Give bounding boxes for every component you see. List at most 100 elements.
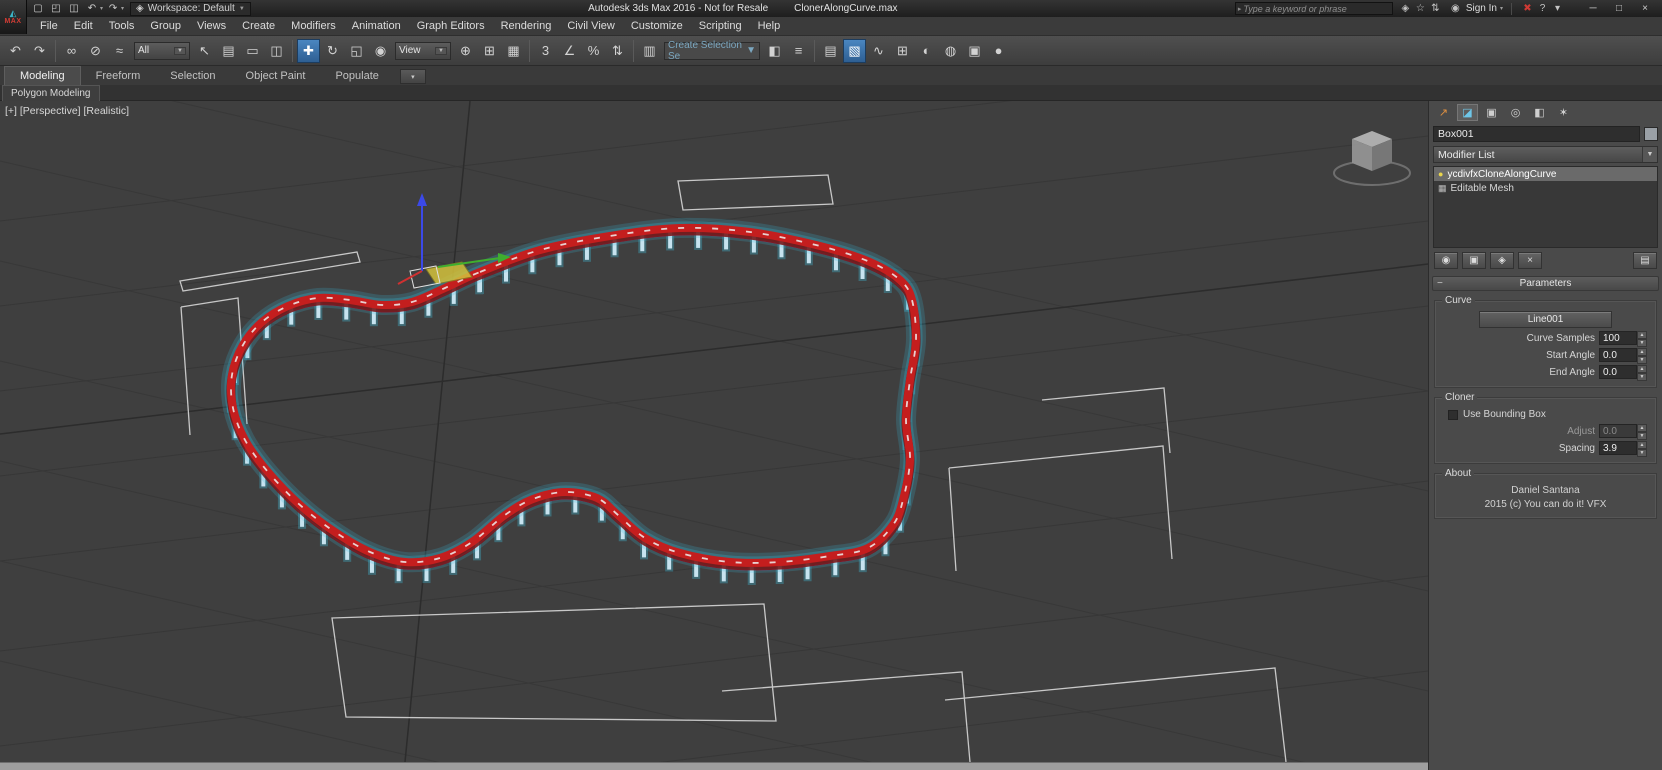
favorites-icon[interactable]: ⇅ [1428,2,1443,16]
spinner[interactable]: ▲ ▼ [1637,365,1647,381]
spinner[interactable]: ▲ ▼ [1637,348,1647,364]
menu-file[interactable]: File [32,17,66,36]
select-and-rotate-button[interactable]: ↻ [321,39,344,63]
menu-group[interactable]: Group [142,17,189,36]
viewport-scene[interactable] [0,101,1428,762]
open-file-icon[interactable]: ◰ [48,2,64,16]
application-menu-button[interactable]: ◭ MAX [0,0,27,34]
undo-button[interactable]: ↶ [4,39,27,63]
ribbon-tab-object-paint[interactable]: Object Paint [231,67,321,85]
help-dropdown-icon[interactable]: ▾ [1550,2,1565,16]
use-bounding-box-checkbox[interactable] [1448,409,1458,420]
start-angle-field[interactable]: 0.0 [1599,348,1637,362]
modifier-stack-item[interactable]: ● ycdivfxCloneAlongCurve [1434,167,1657,181]
rectangular-selection-button[interactable]: ▭ [241,39,264,63]
render-setup-button[interactable]: ◍ [939,39,962,63]
select-and-place-button[interactable]: ◉ [369,39,392,63]
object-color-swatch[interactable] [1644,127,1658,141]
polygon-modeling-tab[interactable]: Polygon Modeling [2,84,100,101]
schematic-view-button[interactable]: ⊞ [891,39,914,63]
edit-named-selection-sets-button[interactable]: ▥ [638,39,661,63]
percent-snap-button[interactable]: % [582,39,605,63]
workspace-dropdown[interactable]: ◈ Workspace: Default ▼ [130,1,251,16]
use-pivot-point-button[interactable]: ⊕ [454,39,477,63]
material-editor-button[interactable]: ◐ [915,39,938,63]
menu-tools[interactable]: Tools [101,17,143,36]
close-button[interactable]: × [1632,1,1658,16]
save-file-icon[interactable]: ◫ [66,2,82,16]
end-angle-field[interactable]: 0.0 [1599,365,1637,379]
manage-layers-button[interactable]: ▤ [819,39,842,63]
redo-button[interactable]: ↷ [28,39,51,63]
configure-modifier-sets-button[interactable]: ▤ [1633,252,1657,269]
exchange-apps-icon[interactable]: ✖ [1520,2,1535,16]
menu-create[interactable]: Create [234,17,283,36]
make-unique-button[interactable]: ◈ [1490,252,1514,269]
menu-customize[interactable]: Customize [623,17,691,36]
object-name-field[interactable] [1433,126,1640,142]
mirror-button[interactable]: ◧ [763,39,786,63]
selection-filter-dropdown[interactable]: All ▼ [134,41,190,60]
menu-graph-editors[interactable]: Graph Editors [409,17,493,36]
motion-tab[interactable]: ◎ [1505,104,1526,121]
viewport-label[interactable]: [+] [Perspective] [Realistic] [5,105,129,117]
snap-toggle-3d-button[interactable]: 3 [534,39,557,63]
new-scene-icon[interactable]: ▢ [30,2,46,16]
create-tab[interactable]: ↗ [1433,104,1454,121]
maximize-button[interactable]: □ [1606,1,1632,16]
select-object-button[interactable]: ↖ [193,39,216,63]
timeline-strip[interactable] [0,762,1428,770]
pin-stack-button[interactable]: ◉ [1434,252,1458,269]
utilities-tab[interactable]: ✶ [1553,104,1574,121]
search-arrow-icon[interactable]: ▸ [1236,5,1244,13]
modifier-icon[interactable]: ● [1438,169,1443,179]
curve-pick-button[interactable]: Line001 [1478,311,1613,328]
show-end-result-button[interactable]: ▣ [1462,252,1486,269]
select-and-move-button[interactable]: ✚ [297,38,320,63]
rendered-frame-window-button[interactable]: ▣ [963,39,986,63]
spacing-field[interactable]: 3.9 [1599,441,1637,455]
menu-animation[interactable]: Animation [344,17,409,36]
minimize-button[interactable]: ─ [1580,1,1606,16]
bind-to-space-warp-button[interactable]: ≈ [108,39,131,63]
ribbon-more-button[interactable]: ▾ [399,69,426,84]
chevron-down-icon[interactable]: ▾ [100,5,103,12]
parameters-rollout-header[interactable]: − Parameters [1432,276,1659,291]
reference-coordinate-dropdown[interactable]: View ▼ [395,41,451,60]
select-by-name-button[interactable]: ▤ [217,39,240,63]
angle-snap-button[interactable]: ∠ [558,39,581,63]
cloned-track-objects[interactable] [220,217,927,585]
spinner-snap-button[interactable]: ⇅ [606,39,629,63]
hierarchy-tab[interactable]: ▣ [1481,104,1502,121]
undo-icon[interactable]: ↶ [84,2,100,16]
remove-modifier-button[interactable]: × [1518,252,1542,269]
menu-views[interactable]: Views [189,17,234,36]
redo-icon[interactable]: ↷ [105,2,121,16]
curve-samples-field[interactable]: 100 [1599,331,1637,345]
ribbon-tab-populate[interactable]: Populate [320,67,393,85]
chevron-down-icon[interactable]: ▼ [746,45,756,56]
toggle-ribbon-button[interactable]: ▧ [843,38,866,63]
search-sites-icon[interactable]: ◈ [1398,2,1413,16]
modifier-stack-item[interactable]: ▦ Editable Mesh [1434,181,1657,195]
ribbon-tab-modeling[interactable]: Modeling [4,66,81,85]
perspective-viewport[interactable]: [+] [Perspective] [Realistic] [0,101,1428,762]
modify-tab[interactable]: ◪ [1457,104,1478,121]
ribbon-tab-selection[interactable]: Selection [155,67,230,85]
ribbon-tab-freeform[interactable]: Freeform [81,67,156,85]
search-input[interactable] [1243,3,1392,14]
menu-rendering[interactable]: Rendering [493,17,560,36]
spinner[interactable]: ▲ ▼ [1637,331,1647,347]
chevron-down-icon[interactable]: ▾ [121,5,124,12]
window-crossing-button[interactable]: ◫ [265,39,288,63]
curve-editor-button[interactable]: ∿ [867,39,890,63]
communication-center-icon[interactable]: ☆ [1413,2,1428,16]
select-and-link-button[interactable]: ∞ [60,39,83,63]
help-icon[interactable]: ? [1535,2,1550,16]
menu-help[interactable]: Help [750,17,789,36]
align-button[interactable]: ≡ [787,39,810,63]
menu-modifiers[interactable]: Modifiers [283,17,344,36]
sign-in-button[interactable]: ◉ Sign In ▾ [1448,2,1503,16]
select-and-manipulate-button[interactable]: ⊞ [478,39,501,63]
wireframe-objects[interactable] [179,174,1287,762]
